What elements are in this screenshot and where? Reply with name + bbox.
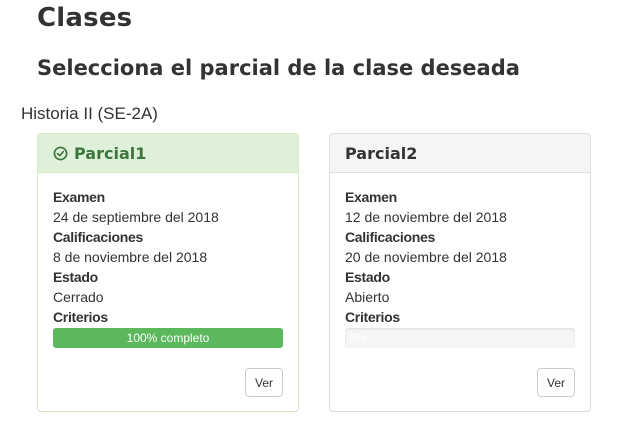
page-title: Clases	[37, 3, 133, 33]
grades-date: 8 de noviembre del 2018	[53, 249, 208, 265]
ver-button[interactable]: Ver	[537, 368, 575, 397]
class-name: Historia II (SE-2A)	[21, 104, 158, 123]
criteria-progress: 0%	[345, 328, 575, 348]
state-label: Estado	[345, 269, 390, 285]
progress-bar-fill: 0%	[349, 331, 367, 345]
criteria-progress: 100% completo	[53, 328, 283, 348]
parcial-card-1: Parcial1 Examen 24 de septiembre del 201…	[37, 133, 299, 412]
criteria-label: Criterios	[345, 309, 400, 325]
parcial-card-header: Parcial2	[330, 134, 590, 173]
check-circle-icon	[53, 146, 68, 161]
exam-date: 24 de septiembre del 2018	[53, 209, 219, 225]
criteria-label: Criterios	[53, 309, 108, 325]
state-value: Abierto	[345, 289, 390, 305]
parcial-title: Parcial2	[345, 143, 418, 163]
exam-label: Examen	[53, 189, 105, 205]
state-label: Estado	[53, 269, 98, 285]
state-value: Cerrado	[53, 289, 104, 305]
page-subtitle: Selecciona el parcial de la clase desead…	[37, 56, 520, 80]
parcial-card-header: Parcial1	[38, 134, 298, 173]
grades-label: Calificaciones	[345, 229, 435, 245]
parcial-title: Parcial1	[74, 143, 147, 163]
ver-button[interactable]: Ver	[245, 368, 283, 397]
grades-label: Calificaciones	[53, 229, 143, 245]
exam-label: Examen	[345, 189, 397, 205]
exam-date: 12 de noviembre del 2018	[345, 209, 507, 225]
grades-date: 20 de noviembre del 2018	[345, 249, 507, 265]
parcial-card-2: Parcial2 Examen 12 de noviembre del 2018…	[329, 133, 591, 412]
progress-bar-fill: 100% completo	[53, 328, 283, 348]
